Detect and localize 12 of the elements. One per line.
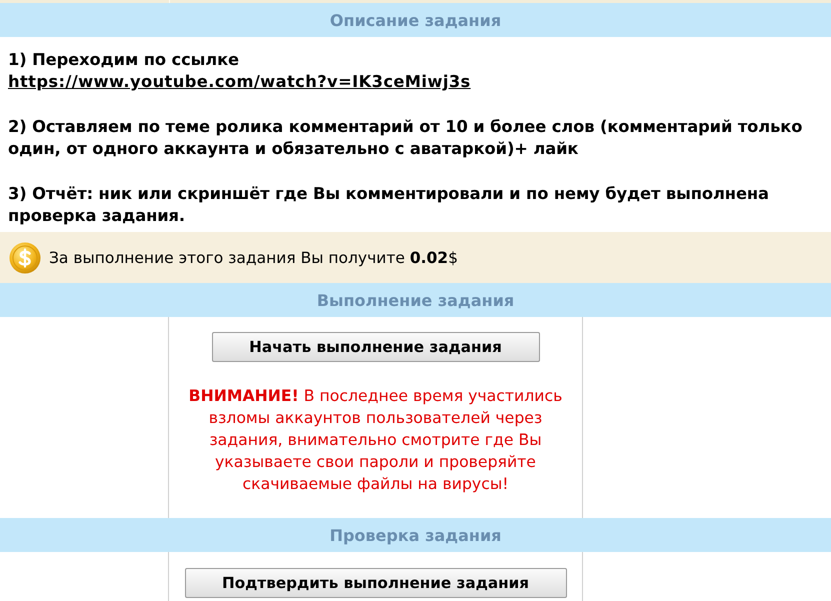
section-header: Выполнение задания [0,283,831,317]
video-link[interactable]: https://www.youtube.com/watch?v=IK3ceMiwj3s [8,71,471,93]
step-text: 2) Оставляем по теме ролика комментарий от 10 и более слов (комментарий только один, от одного аккаунта и обязательно с аватаркой)+ лайк [8,116,804,160]
section-header: Описание задания [0,3,831,37]
confirm-task-button[interactable]: Подтвердить выполнение задания [184,568,566,598]
warning-text: ВНИМАНИЕ! В последнее время участились взломы аккаунтов пользователей через задания, внимательно смотрите где Вы указываете свои пароли и проверяйте скачиваемые файлы на вирусы! [188,385,564,495]
step-text: 3) Отчёт: ник или скриншёт где Вы комментировали и по нему будет выполнена проверка задания. [8,183,770,227]
coin-icon [9,242,41,274]
reward-text: За выполнение этого задания Вы получите 0.02$ [49,248,458,266]
start-task-button[interactable]: Начать выполнение задания [212,332,540,362]
section-header: Проверка задания [0,518,831,552]
step-text: 1) Переходим по ссылке [8,49,239,71]
